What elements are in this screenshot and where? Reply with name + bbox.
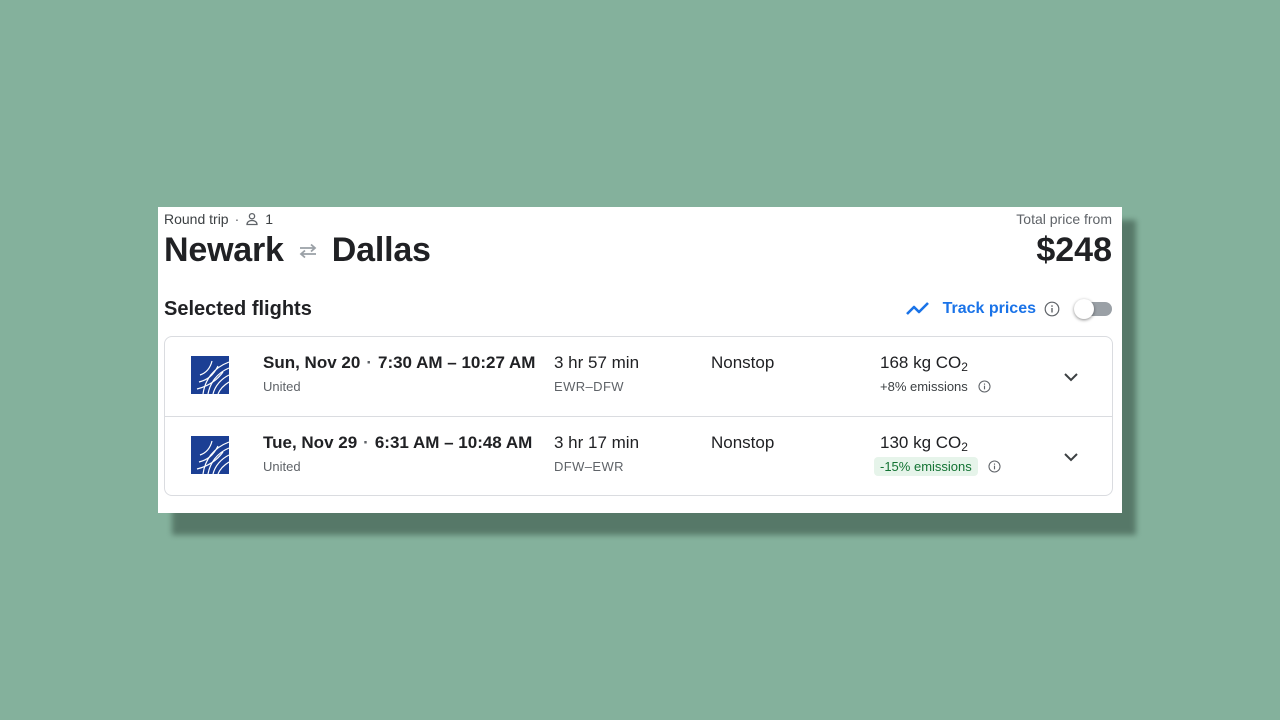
route-title: Newark Dallas — [164, 231, 431, 270]
emissions-info: -15% emissions — [874, 457, 1001, 476]
flight-row-return[interactable]: Tue, Nov 29 · 6:31 AM – 10:48 AM United 3 … — [165, 417, 1112, 497]
separator-dot: · — [234, 211, 240, 227]
flight-row-outbound[interactable]: Sun, Nov 20 · 7:30 AM – 10:27 AM United 3 … — [165, 337, 1112, 417]
emissions-info: +8% emissions — [880, 379, 991, 394]
info-icon[interactable] — [1044, 301, 1060, 317]
info-icon[interactable] — [988, 460, 1001, 473]
total-price: $248 — [1036, 231, 1112, 269]
flight-datetime: Sun, Nov 20 · 7:30 AM – 10:27 AM — [263, 353, 535, 373]
flight-duration: 3 hr 57 min — [554, 353, 640, 372]
chevron-down-icon[interactable] — [1061, 367, 1081, 387]
trip-meta: Round trip · 1 — [164, 211, 273, 227]
flight-date: Sun, Nov 20 — [263, 353, 361, 372]
track-prices-control: Track prices — [905, 299, 1112, 319]
co2-value: 168 kg CO — [880, 353, 962, 372]
co2-subscript: 2 — [961, 360, 968, 374]
passenger-count: 1 — [265, 211, 274, 227]
flight-airports: EWR–DFW — [554, 379, 624, 394]
flight-stops: Nonstop — [711, 353, 775, 372]
co2-subscript: 2 — [961, 440, 968, 454]
trip-type: Round trip — [164, 211, 229, 227]
track-prices-label[interactable]: Track prices — [943, 300, 1036, 318]
trend-line-icon — [905, 299, 931, 319]
united-globe-icon — [191, 356, 230, 395]
track-prices-toggle[interactable] — [1074, 299, 1112, 319]
flights-list: Sun, Nov 20 · 7:30 AM – 10:27 AM United 3 … — [164, 336, 1113, 496]
flight-date: Tue, Nov 29 — [263, 433, 358, 452]
airline-name: United — [263, 379, 301, 394]
toggle-knob — [1074, 299, 1094, 319]
flight-datetime: Tue, Nov 29 · 6:31 AM – 10:48 AM — [263, 433, 532, 453]
chevron-down-icon[interactable] — [1061, 447, 1081, 467]
flight-duration: 3 hr 17 min — [554, 433, 640, 452]
co2-amount: 130 kg CO2 — [880, 433, 968, 454]
flight-times: 7:30 AM – 10:27 AM — [377, 353, 536, 372]
separator-dot: · — [366, 353, 372, 372]
co2-amount: 168 kg CO2 — [880, 353, 968, 374]
swap-arrows-icon — [296, 239, 320, 263]
flight-stops: Nonstop — [711, 433, 775, 452]
selected-flights-heading: Selected flights — [164, 298, 312, 320]
airline-name: United — [263, 459, 301, 474]
flight-summary-card: Round trip · 1 Newark Dallas Total price… — [158, 207, 1122, 513]
origin-city: Newark — [164, 231, 284, 269]
flight-airports: DFW–EWR — [554, 459, 624, 474]
total-price-label: Total price from — [1016, 211, 1112, 227]
co2-value: 130 kg CO — [880, 433, 962, 452]
person-icon — [245, 212, 259, 226]
info-icon[interactable] — [978, 380, 991, 393]
emissions-badge: -15% emissions — [874, 457, 978, 476]
united-globe-icon — [191, 436, 230, 475]
emissions-text: +8% emissions — [880, 379, 968, 394]
separator-dot: · — [363, 433, 369, 452]
destination-city: Dallas — [331, 231, 431, 269]
flight-times: 6:31 AM – 10:48 AM — [374, 433, 533, 452]
